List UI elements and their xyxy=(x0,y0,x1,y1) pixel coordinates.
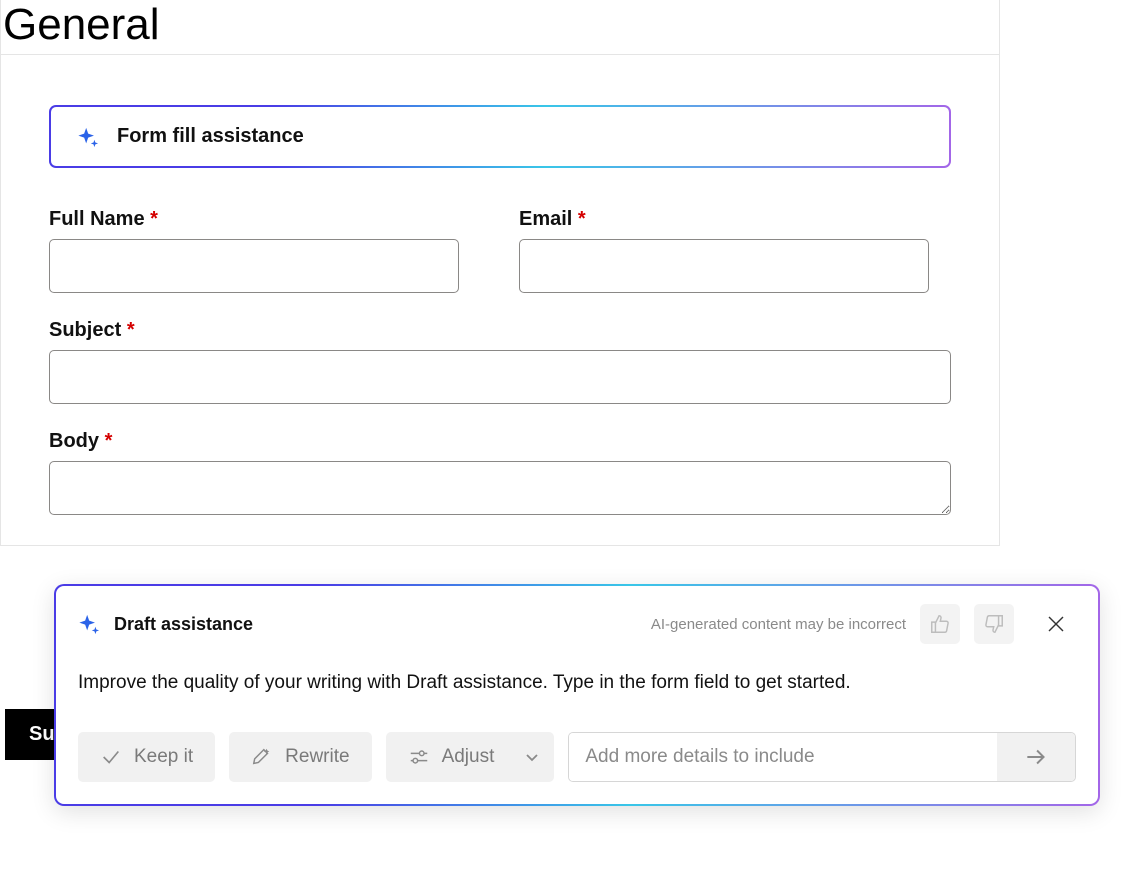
draft-details-input[interactable] xyxy=(569,733,997,781)
draft-assistance-popup: Draft assistance AI-generated content ma… xyxy=(54,584,1100,806)
form-row-name-email: Full Name * Email * xyxy=(49,208,951,293)
full-name-label-text: Full Name xyxy=(49,208,145,230)
thumbs-up-icon xyxy=(929,613,951,635)
keep-it-button[interactable]: Keep it xyxy=(78,732,215,782)
rewrite-button[interactable]: Rewrite xyxy=(229,732,371,782)
draft-body-text: Improve the quality of your writing with… xyxy=(78,672,1076,694)
page-container: General Form fill assistance Full Name * xyxy=(0,0,1000,546)
draft-header: Draft assistance AI-generated content ma… xyxy=(78,604,1076,644)
email-label: Email * xyxy=(519,208,951,231)
body-textarea[interactable] xyxy=(49,461,951,515)
arrow-right-icon xyxy=(1023,744,1049,770)
page-title: General xyxy=(1,0,999,55)
draft-actions: Keep it Rewrite Adjust xyxy=(78,732,1076,782)
form-area: Form fill assistance Full Name * Email * xyxy=(1,55,999,545)
close-button[interactable] xyxy=(1036,604,1076,644)
required-marker: * xyxy=(105,430,113,452)
rewrite-label: Rewrite xyxy=(285,746,349,768)
required-marker: * xyxy=(127,319,135,341)
full-name-field-group: Full Name * xyxy=(49,208,481,293)
email-field-group: Email * xyxy=(519,208,951,293)
send-button[interactable] xyxy=(997,733,1075,781)
close-icon xyxy=(1047,615,1065,633)
body-label-text: Body xyxy=(49,430,99,452)
full-name-input[interactable] xyxy=(49,239,459,293)
required-marker: * xyxy=(578,208,586,230)
email-label-text: Email xyxy=(519,208,572,230)
subject-input[interactable] xyxy=(49,350,951,404)
form-fill-assistance-banner[interactable]: Form fill assistance xyxy=(49,105,951,168)
keep-it-label: Keep it xyxy=(134,746,193,768)
sliders-icon xyxy=(408,746,430,768)
chevron-down-icon xyxy=(524,749,540,765)
draft-input-wrap xyxy=(568,732,1076,782)
body-label: Body * xyxy=(49,430,951,453)
adjust-label: Adjust xyxy=(442,746,495,768)
adjust-button[interactable]: Adjust xyxy=(386,732,555,782)
full-name-label: Full Name * xyxy=(49,208,481,231)
ai-disclaimer: AI-generated content may be incorrect xyxy=(651,616,906,633)
subject-label-text: Subject xyxy=(49,319,121,341)
draft-title: Draft assistance xyxy=(114,614,253,635)
sparkle-icon xyxy=(77,126,99,148)
required-marker: * xyxy=(150,208,158,230)
subject-field-group: Subject * xyxy=(49,319,951,404)
thumbs-up-button[interactable] xyxy=(920,604,960,644)
check-icon xyxy=(100,746,122,768)
rewrite-icon xyxy=(251,746,273,768)
subject-label: Subject * xyxy=(49,319,951,342)
body-field-group: Body * xyxy=(49,430,951,515)
sparkle-icon xyxy=(78,613,100,635)
thumbs-down-icon xyxy=(983,613,1005,635)
thumbs-down-button[interactable] xyxy=(974,604,1014,644)
assist-banner-label: Form fill assistance xyxy=(117,125,304,148)
submit-button[interactable]: Submit xyxy=(5,709,55,760)
email-input[interactable] xyxy=(519,239,929,293)
